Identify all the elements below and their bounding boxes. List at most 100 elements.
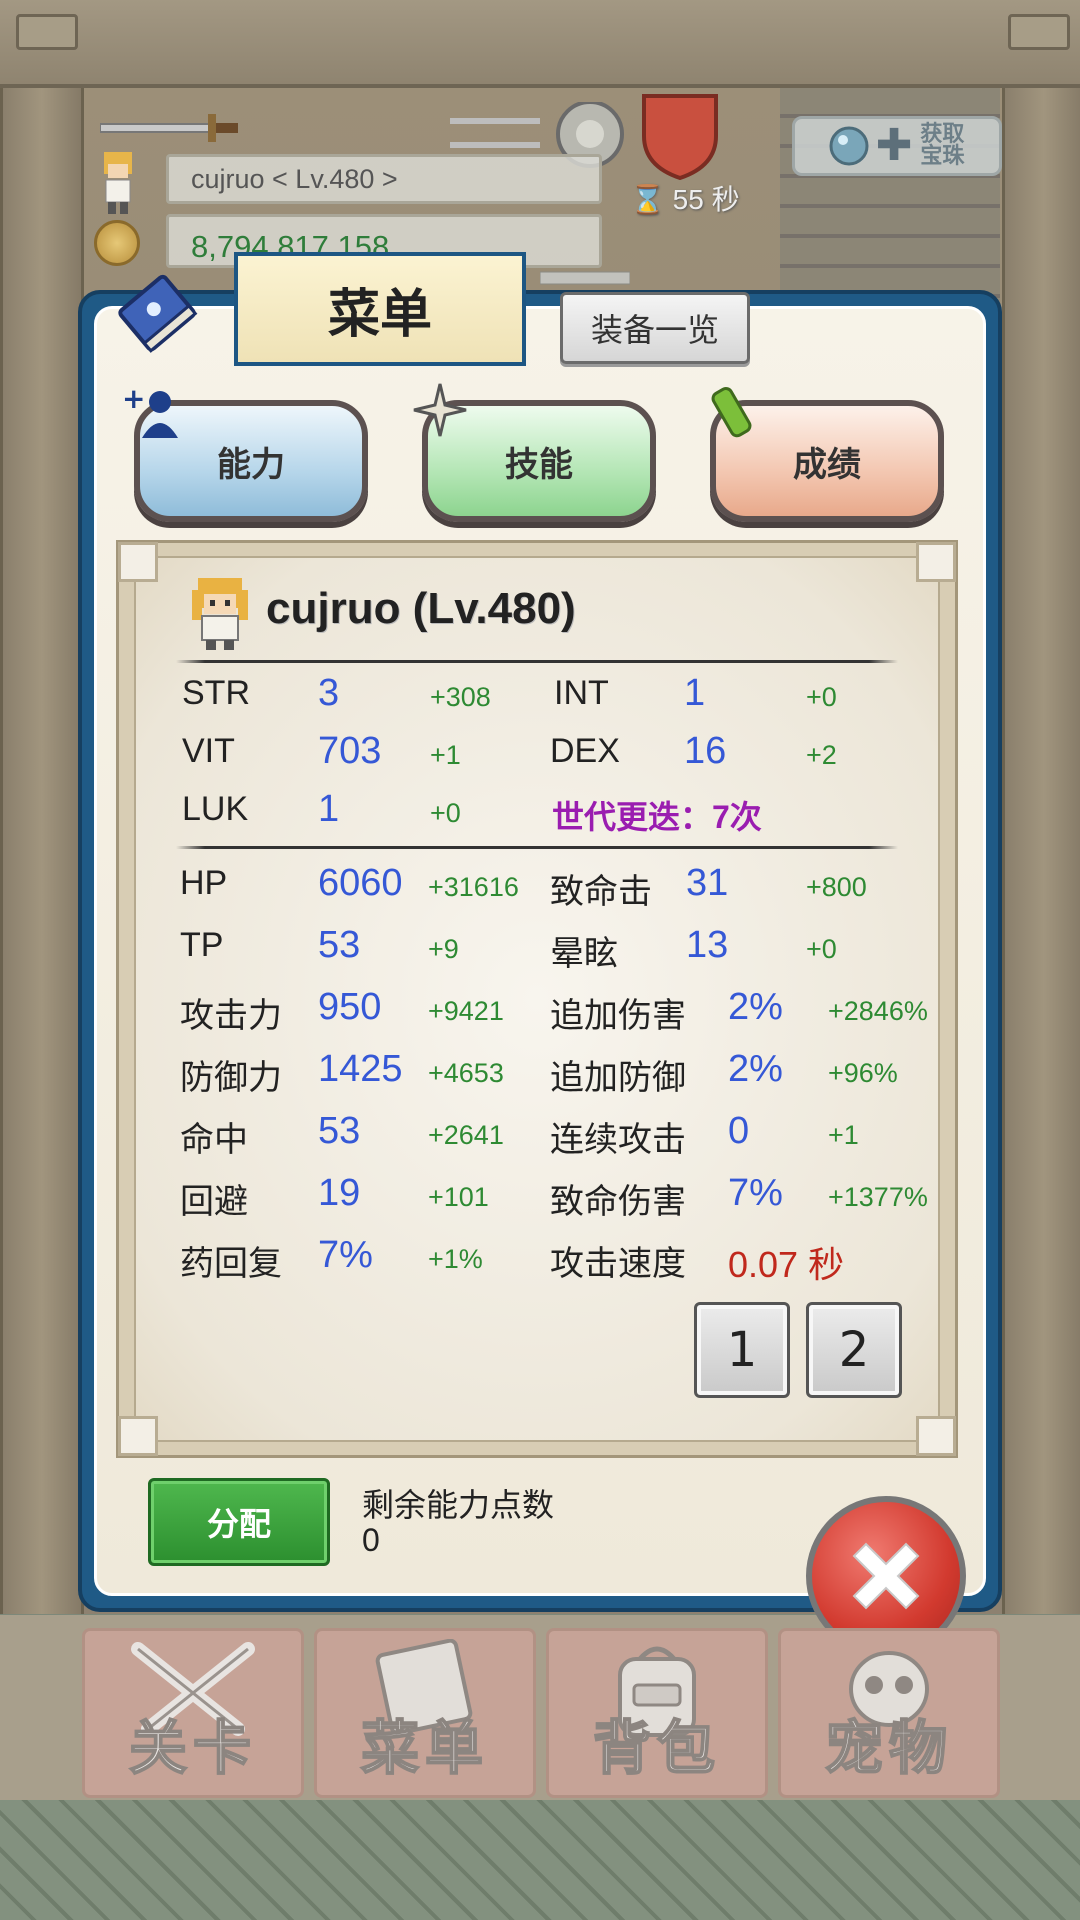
beam-knob — [16, 14, 78, 50]
tab-ability-label: 能力 — [217, 444, 285, 485]
stat-bonus-str: +308 — [430, 682, 491, 712]
stat-label-combo: 连续攻击 — [550, 1121, 686, 1159]
stat-value-crit-damage: 7% — [728, 1172, 783, 1214]
remaining-points-value: 0 — [362, 1522, 380, 1558]
stat-bonus-crit: +800 — [806, 872, 867, 902]
stat-label-hp: HP — [180, 864, 228, 902]
remaining-points-label: 剩余能力点数 — [362, 1486, 555, 1524]
nav-stage-button[interactable]: 关卡 — [82, 1628, 304, 1798]
stat-value-luk: 1 — [318, 788, 340, 830]
left-pillar — [0, 84, 84, 1614]
hourglass-icon: ⌛ — [630, 184, 665, 215]
stat-label-evasion: 回避 — [180, 1183, 248, 1221]
stat-label-attack-speed: 攻击速度 — [550, 1245, 686, 1283]
stat-label-potion-recovery: 药回复 — [180, 1245, 282, 1283]
stat-bonus-attack: +9421 — [428, 996, 504, 1026]
player-avatar-icon — [104, 152, 132, 214]
get-orb-button[interactable]: ✚ 获取宝珠 — [792, 116, 1002, 176]
stat-value-attack-speed: 0.07 秒 — [728, 1244, 845, 1285]
stat-label-attack: 攻击力 — [180, 997, 282, 1035]
gold-coin-icon — [94, 220, 140, 266]
stat-label-accuracy: 命中 — [180, 1121, 248, 1159]
player-name-level: cujruo < Lv.480 > — [166, 154, 602, 204]
floor-tiles — [0, 1800, 1080, 1920]
stat-value-defense: 1425 — [318, 1048, 403, 1090]
stat-value-extra-damage: 2% — [728, 986, 783, 1028]
stat-value-crit: 31 — [686, 862, 729, 904]
close-icon — [852, 1542, 920, 1610]
orb-icon — [829, 126, 869, 166]
equipment-list-button[interactable]: 装备一览 — [560, 292, 750, 364]
page-2-button[interactable]: 2 — [806, 1302, 902, 1398]
stat-label-tp: TP — [180, 926, 224, 964]
menu-title-tab: 菜单 — [234, 252, 526, 366]
sword-decoration-icon — [100, 114, 238, 142]
stat-bonus-potion-recovery: +1% — [428, 1244, 483, 1274]
nav-menu-label: 菜单 — [360, 1713, 489, 1783]
stat-value-hp: 6060 — [318, 862, 403, 904]
stat-value-potion-recovery: 7% — [318, 1234, 373, 1276]
get-orb-label: 获取宝珠 — [920, 122, 965, 169]
stat-label-vit: VIT — [182, 732, 235, 770]
add-user-icon: + — [122, 384, 178, 438]
stat-value-str: 3 — [318, 672, 340, 714]
stat-bonus-crit-damage: +1377% — [828, 1182, 928, 1212]
board-corner — [916, 1416, 956, 1456]
stat-bonus-combo: +1 — [828, 1120, 859, 1150]
stat-label-crit-damage: 致命伤害 — [550, 1183, 686, 1221]
stat-label-str: STR — [182, 674, 250, 712]
stat-bonus-hp: +31616 — [428, 872, 519, 902]
page-1-button[interactable]: 1 — [694, 1302, 790, 1398]
stat-bonus-int: +0 — [806, 682, 837, 712]
stat-label-luk: LUK — [182, 790, 249, 828]
divider — [176, 846, 898, 849]
stat-value-vit: 703 — [318, 730, 382, 772]
stat-value-attack: 950 — [318, 986, 382, 1028]
divider — [176, 660, 898, 663]
stat-value-tp: 53 — [318, 924, 361, 966]
stat-bonus-vit: +1 — [430, 740, 461, 770]
sparkle-icon — [413, 383, 467, 437]
stat-value-int: 1 — [684, 672, 706, 714]
assign-button[interactable]: 分配 — [148, 1478, 330, 1566]
stat-bonus-accuracy: +2641 — [428, 1120, 504, 1150]
stat-bonus-tp: +9 — [428, 934, 459, 964]
crest-decoration-icon — [642, 94, 718, 180]
stat-value-accuracy: 53 — [318, 1110, 361, 1152]
stat-label-dex: DEX — [550, 732, 620, 770]
board-corner — [118, 1416, 158, 1456]
tab-skill-label: 技能 — [505, 444, 573, 485]
stat-label-stun: 晕眩 — [550, 935, 618, 973]
character-sprite-icon — [192, 578, 248, 650]
character-header: cujruo (Lv.480) — [266, 584, 576, 633]
stat-value-extra-defense: 2% — [728, 1048, 783, 1090]
right-pillar — [1002, 84, 1080, 1614]
nav-pet-label: 宠物 — [824, 1713, 953, 1783]
stat-label-crit: 致命击 — [550, 873, 652, 911]
stat-bonus-extra-defense: +96% — [828, 1058, 898, 1088]
board-corner — [916, 542, 956, 582]
stat-label-int: INT — [554, 674, 609, 712]
stat-bonus-luk: +0 — [430, 798, 461, 828]
plus-icon: ✚ — [875, 120, 913, 171]
nav-pet-button[interactable]: 宠物 — [778, 1628, 1000, 1798]
timer-text: 55 秒 — [672, 184, 740, 215]
nav-bag-label: 背包 — [592, 1713, 721, 1783]
tab-achievements-label: 成绩 — [793, 444, 861, 485]
stat-bonus-stun: +0 — [806, 934, 837, 964]
stat-label-defense: 防御力 — [180, 1059, 282, 1097]
stat-label-extra-defense: 追加防御 — [550, 1059, 686, 1097]
stat-bonus-dex: +2 — [806, 740, 837, 770]
stat-bonus-defense: +4653 — [428, 1058, 504, 1088]
nav-stage-label: 关卡 — [128, 1713, 257, 1783]
bar-decoration — [540, 271, 630, 285]
stat-value-dex: 16 — [684, 730, 727, 772]
stat-label-extra-damage: 追加伤害 — [550, 997, 686, 1035]
ceiling-beam — [0, 0, 1080, 88]
nav-menu-button[interactable]: 菜单 — [314, 1628, 536, 1798]
stat-bonus-extra-damage: +2846% — [828, 996, 928, 1026]
board-corner — [118, 542, 158, 582]
menu-book-icon — [118, 274, 198, 353]
timer-display: ⌛ 55 秒 — [630, 178, 740, 218]
nav-bag-button[interactable]: 背包 — [546, 1628, 768, 1798]
